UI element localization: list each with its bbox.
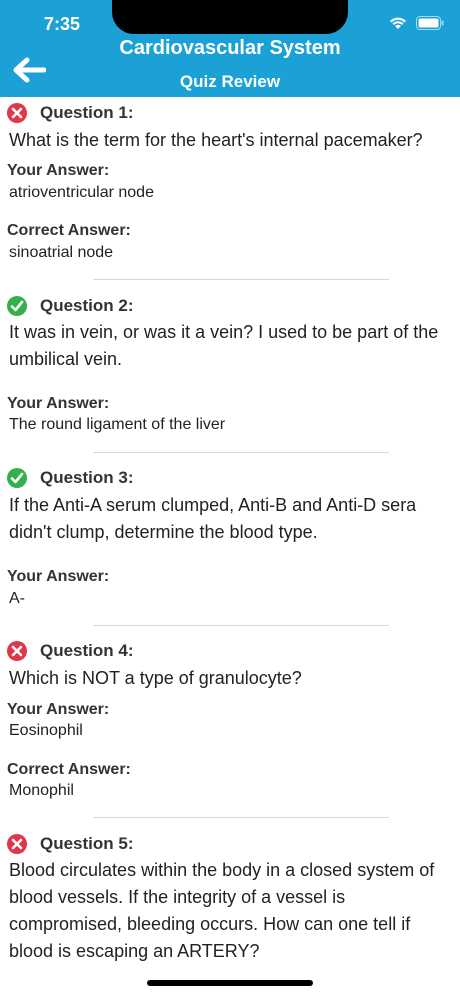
your-answer-value: Eosinophil xyxy=(9,722,83,739)
question-number: Question 3: xyxy=(40,468,134,487)
question-text: Which is NOT a type of granulocyte? xyxy=(9,668,302,688)
arrow-left-icon xyxy=(13,57,47,83)
question-number: Question 4: xyxy=(40,641,134,660)
back-button[interactable] xyxy=(10,55,47,85)
question-header: Question 4: xyxy=(6,640,134,662)
status-icons xyxy=(388,16,444,30)
question-text: What is the term for the heart's interna… xyxy=(9,130,423,150)
your-answer-label: Your Answer: xyxy=(7,162,110,179)
your-answer-value: atrioventricular node xyxy=(9,184,154,201)
home-indicator[interactable] xyxy=(147,980,313,986)
question-number: Question 5: xyxy=(40,834,134,853)
divider xyxy=(93,817,389,818)
question-text: If the Anti-A serum clumped, Anti-B and … xyxy=(9,495,417,542)
nav-header: 7:35 Cardiovascular System Quiz Review xyxy=(0,0,460,97)
your-answer-value: The round ligament of the liver xyxy=(9,416,226,433)
check-circle-icon xyxy=(7,468,27,488)
question-number: Question 1: xyxy=(40,103,134,122)
x-circle-icon xyxy=(7,834,27,854)
question-header: Question 5: xyxy=(6,833,134,855)
your-answer-label: Your Answer: xyxy=(7,395,110,412)
correct-answer-value: sinoatrial node xyxy=(9,244,114,261)
correct-answer-value: Monophil xyxy=(9,782,74,799)
page-subtitle: Quiz Review xyxy=(179,72,281,91)
x-circle-icon xyxy=(7,641,27,661)
question-header: Question 3: xyxy=(6,467,134,489)
question-number: Question 2: xyxy=(40,296,134,315)
question-text: It was in vein, or was it a vein? I used… xyxy=(9,322,439,369)
divider xyxy=(93,452,389,453)
correct-answer-label: Correct Answer: xyxy=(7,761,131,778)
x-circle-icon xyxy=(7,103,27,123)
question-text: Blood circulates within the body in a cl… xyxy=(9,860,435,961)
your-answer-label: Your Answer: xyxy=(7,701,110,718)
divider xyxy=(93,279,389,280)
battery-icon xyxy=(416,16,444,30)
page-title: Cardiovascular System xyxy=(119,37,341,59)
your-answer-value: A- xyxy=(9,590,25,607)
divider xyxy=(93,625,389,626)
question-header: Question 1: xyxy=(6,102,134,124)
your-answer-label: Your Answer: xyxy=(7,568,110,585)
question-header: Question 2: xyxy=(6,295,134,317)
check-circle-icon xyxy=(7,296,27,316)
correct-answer-label: Correct Answer: xyxy=(7,222,131,239)
status-time: 7:35 xyxy=(44,14,81,34)
device-notch xyxy=(112,0,348,34)
wifi-icon xyxy=(390,17,406,29)
